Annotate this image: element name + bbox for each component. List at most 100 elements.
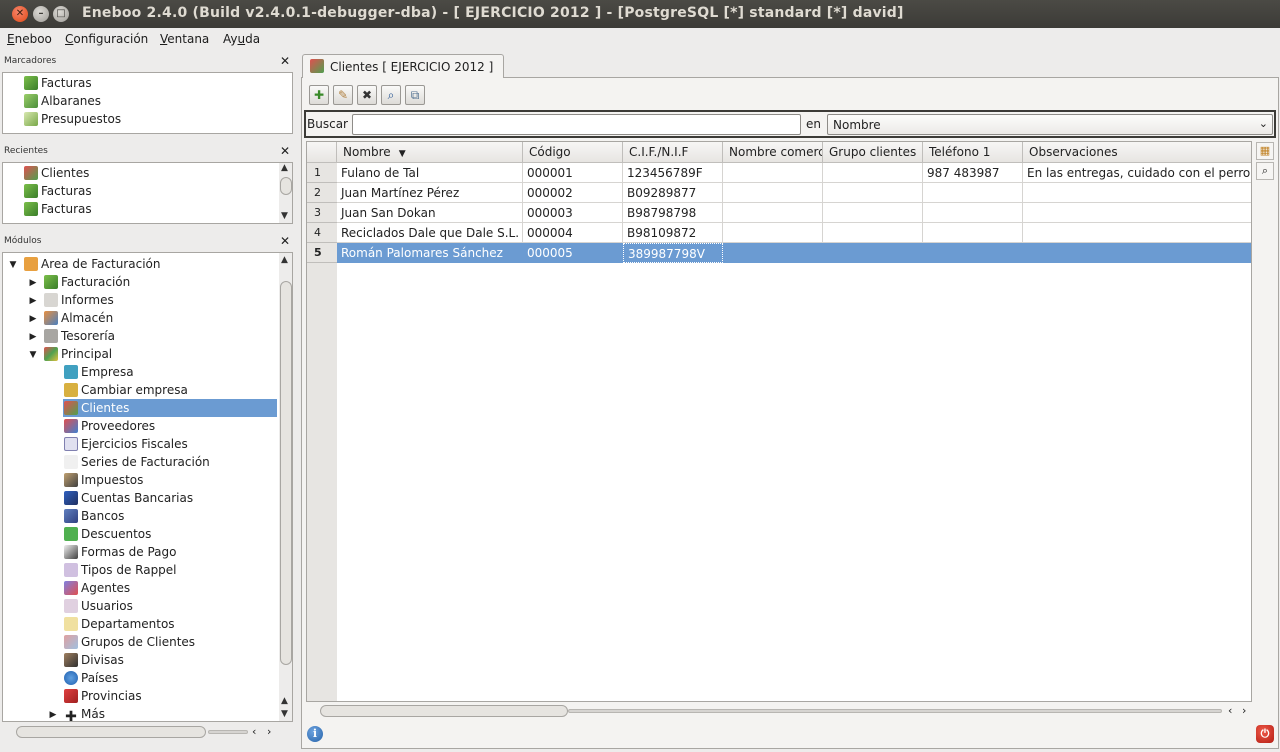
cell-grupo-clientes[interactable] [823,223,923,243]
modulos-close-icon[interactable]: ✕ [280,235,290,247]
tree-item-departamentos[interactable]: Departamentos [64,615,175,633]
reciente-item-facturas-2[interactable]: Facturas [24,200,92,218]
cell-cif[interactable]: B98798798 [623,203,723,223]
expanded-arrow-icon[interactable]: ▼ [8,260,18,270]
cell-codigo[interactable]: 000001 [523,163,623,183]
scroll-up-icon[interactable]: ▲ [281,255,288,265]
cell-telefono[interactable]: 987 483987 [923,163,1023,183]
tree-item-descuentos[interactable]: Descuentos [64,525,151,543]
table-row[interactable]: 3 Juan San Dokan 000003 B98798798 [307,203,1251,223]
search-input[interactable] [352,114,801,135]
cell-observaciones[interactable] [1023,183,1251,203]
column-header-telefono[interactable]: Teléfono 1 [923,142,1023,163]
search-button[interactable]: ⌕ [1256,162,1274,180]
cell-nombre[interactable]: Román Palomares Sánchez [337,243,523,263]
cell-nombre[interactable]: Reciclados Dale que Dale S.L. [337,223,523,243]
cell-codigo[interactable]: 000005 [523,243,623,263]
marcador-item-albaranes[interactable]: Albaranes [24,92,101,110]
scroll-down-icon[interactable]: ▼ [281,709,288,719]
tree-item-ejercicios-fiscales[interactable]: Ejercicios Fiscales [64,435,188,453]
column-header-nombre-comercial[interactable]: Nombre comerc [723,142,823,163]
marcadores-close-icon[interactable]: ✕ [280,55,290,67]
tree-item-series-facturacion[interactable]: Series de Facturación [64,453,210,471]
tree-item-clientes[interactable]: Clientes [64,399,129,417]
table-horizontal-scrollbar[interactable]: ‹ › [306,703,1252,719]
collapsed-arrow-icon[interactable]: ▶ [28,296,38,306]
modulos-horizontal-scrollbar[interactable]: ‹ › [2,724,293,740]
tree-item-cuentas-bancarias[interactable]: Cuentas Bancarias [64,489,193,507]
reciente-item-facturas[interactable]: Facturas [24,182,92,200]
tree-item-grupos-clientes[interactable]: Grupos de Clientes [64,633,195,651]
cell-telefono[interactable] [923,203,1023,223]
tree-item-provincias[interactable]: Provincias [64,687,142,705]
row-number[interactable]: 3 [307,203,337,223]
table-hscroll-thumb[interactable] [320,705,568,717]
tree-item-usuarios[interactable]: Usuarios [64,597,133,615]
scroll-up-icon[interactable]: ▲ [281,696,288,706]
modulos-hscroll-thumb[interactable] [16,726,206,738]
tree-group-tesoreria[interactable]: Tesorería [44,327,115,345]
menu-configuracion[interactable]: Configuración [65,32,148,46]
column-header-codigo[interactable]: Código [523,142,623,163]
tree-item-formas-pago[interactable]: Formas de Pago [64,543,176,561]
modulos-scrollbar[interactable]: ▲ ▲ ▼ [279,253,292,721]
tree-root-area-facturacion[interactable]: Area de Facturación [24,255,160,273]
recientes-close-icon[interactable]: ✕ [280,145,290,157]
copy-record-button[interactable]: ⧉ [405,85,425,105]
cell-cif[interactable]: 389987798V [623,243,723,263]
menu-ventana[interactable]: Ventana [160,32,209,46]
cell-grupo-clientes[interactable] [823,243,923,263]
cell-nombre-comercial[interactable] [723,163,823,183]
tree-item-paises[interactable]: Países [64,669,118,687]
cell-observaciones[interactable] [1023,203,1251,223]
edit-record-button[interactable]: ✎ [333,85,353,105]
delete-record-button[interactable]: ✖ [357,85,377,105]
cell-codigo[interactable]: 000003 [523,203,623,223]
cell-telefono[interactable] [923,183,1023,203]
tab-clientes[interactable]: Clientes [ EJERCICIO 2012 ] [302,54,504,78]
marcador-item-facturas[interactable]: Facturas [24,74,92,92]
cell-telefono[interactable] [923,243,1023,263]
expanded-arrow-icon[interactable]: ▼ [28,350,38,360]
cell-nombre-comercial[interactable] [723,223,823,243]
cell-grupo-clientes[interactable] [823,183,923,203]
column-header-cif[interactable]: C.I.F./N.I.F [623,142,723,163]
table-row-selected[interactable]: 5 Román Palomares Sánchez 000005 3899877… [307,243,1251,263]
info-icon[interactable]: i [307,726,323,742]
tree-group-principal[interactable]: Principal [44,345,112,363]
cell-nombre[interactable]: Fulano de Tal [337,163,523,183]
cell-observaciones[interactable] [1023,223,1251,243]
scroll-down-icon[interactable]: ▼ [281,211,288,221]
tree-item-mas[interactable]: ✚ Más [64,705,105,721]
cell-cif[interactable]: B09289877 [623,183,723,203]
tree-group-facturacion[interactable]: Facturación [44,273,130,291]
tree-group-almacen[interactable]: Almacén [44,309,113,327]
row-number[interactable]: 5 [307,243,337,263]
row-number[interactable]: 1 [307,163,337,183]
cell-observaciones[interactable]: En las entregas, cuidado con el perro... [1023,163,1251,183]
tree-item-empresa[interactable]: Empresa [64,363,134,381]
row-number[interactable]: 2 [307,183,337,203]
tree-item-impuestos[interactable]: Impuestos [64,471,143,489]
cell-grupo-clientes[interactable] [823,203,923,223]
modulos-scroll-thumb[interactable] [280,281,292,665]
tree-item-tipos-rappel[interactable]: Tipos de Rappel [64,561,177,579]
window-maximize-button[interactable]: □ [53,6,69,22]
cell-telefono[interactable] [923,223,1023,243]
collapsed-arrow-icon[interactable]: ▶ [28,332,38,342]
tree-item-agentes[interactable]: Agentes [64,579,130,597]
scroll-right-icon[interactable]: › [1242,704,1246,717]
cell-nombre[interactable]: Juan Martínez Pérez [337,183,523,203]
collapsed-arrow-icon[interactable]: ▶ [28,278,38,288]
scroll-left-icon[interactable]: ‹ [1228,704,1232,717]
cell-nombre-comercial[interactable] [723,183,823,203]
tree-group-informes[interactable]: Informes [44,291,114,309]
cell-nombre[interactable]: Juan San Dokan [337,203,523,223]
cell-nombre-comercial[interactable] [723,243,823,263]
column-header-observaciones[interactable]: Observaciones [1023,142,1251,163]
table-row[interactable]: 1 Fulano de Tal 000001 123456789F 987 48… [307,163,1251,183]
collapsed-arrow-icon[interactable]: ▶ [48,710,58,720]
cell-nombre-comercial[interactable] [723,203,823,223]
cell-observaciones[interactable] [1023,243,1251,263]
window-close-button[interactable]: ✕ [12,6,28,22]
